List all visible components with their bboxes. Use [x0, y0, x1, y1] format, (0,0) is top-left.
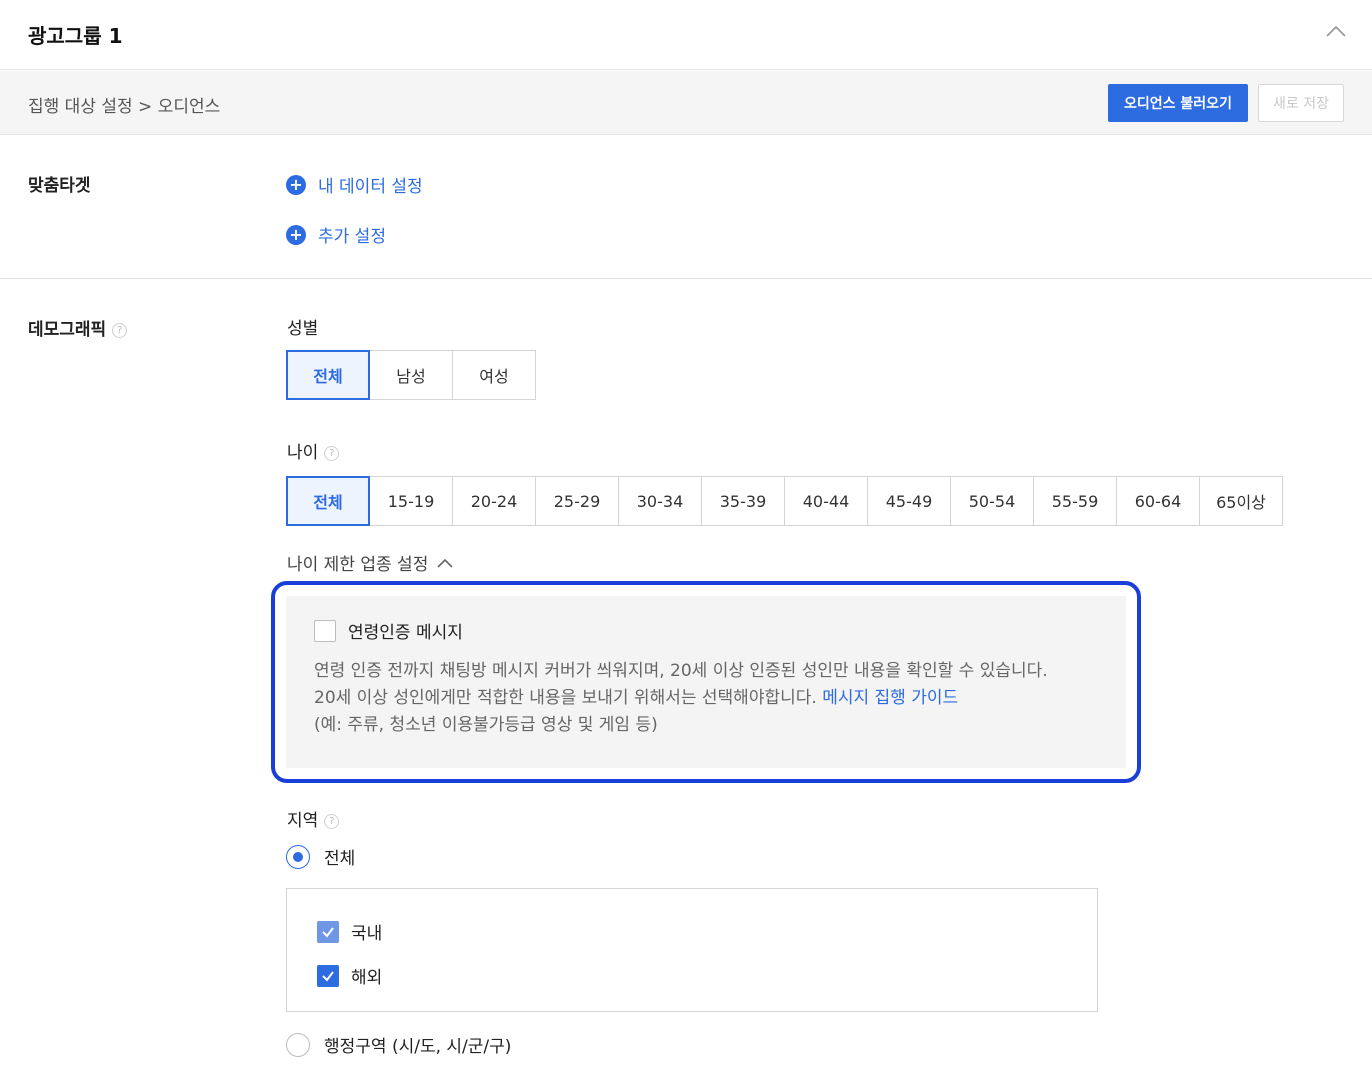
- region-all-label: 전체: [324, 849, 356, 869]
- plus-icon: +: [286, 224, 306, 245]
- age-selector: 전체 15-19 20-24 25-29 30-34 35-39 40-44 4…: [286, 476, 1283, 526]
- region-all-subpanel: 국내 해외: [286, 888, 1098, 1012]
- chevron-up-icon: [437, 558, 453, 568]
- demographic-label: 데모그래픽?: [28, 315, 128, 340]
- additional-settings-label: 추가 설정: [318, 227, 386, 247]
- region-domestic-option[interactable]: 국내: [317, 919, 382, 944]
- custom-target-label: 맞춤타겟: [28, 176, 91, 196]
- age-option[interactable]: 45-49: [867, 476, 951, 526]
- age-option[interactable]: 20-24: [452, 476, 536, 526]
- region-label: 지역?: [287, 806, 340, 831]
- age-option[interactable]: 50-54: [950, 476, 1034, 526]
- age-option[interactable]: 65이상: [1199, 476, 1283, 526]
- age-option[interactable]: 30-34: [618, 476, 702, 526]
- my-data-settings-link[interactable]: + 내 데이터 설정: [286, 172, 423, 197]
- age-option[interactable]: 25-29: [535, 476, 619, 526]
- focus-highlight-outline: [271, 581, 1141, 783]
- age-label: 나이?: [287, 438, 340, 463]
- help-icon[interactable]: ?: [324, 445, 340, 461]
- region-admin-radio[interactable]: [286, 1032, 310, 1057]
- audience-subbar: 집행 대상 설정 > 오디언스 오디언스 불러오기 새로 저장: [0, 71, 1372, 135]
- help-icon[interactable]: ?: [112, 322, 128, 338]
- age-limit-toggle-label: 나이 제한 업종 설정: [287, 555, 429, 575]
- age-option[interactable]: 40-44: [784, 476, 868, 526]
- age-limit-toggle[interactable]: 나이 제한 업종 설정: [287, 550, 454, 575]
- help-icon[interactable]: ?: [324, 813, 340, 829]
- region-overseas-option[interactable]: 해외: [317, 963, 382, 988]
- load-audience-button[interactable]: 오디언스 불러오기: [1108, 84, 1248, 122]
- region-admin-option[interactable]: 행정구역 (시/도, 시/군/구): [286, 1032, 511, 1057]
- gender-selector: 전체 남성 여성: [286, 350, 536, 400]
- section-divider: [0, 278, 1372, 279]
- domestic-checkbox[interactable]: [317, 920, 339, 943]
- domestic-label: 국내: [351, 924, 383, 944]
- region-admin-label: 행정구역 (시/도, 시/군/구): [324, 1037, 512, 1057]
- gender-option-all[interactable]: 전체: [286, 350, 370, 400]
- overseas-checkbox[interactable]: [317, 964, 339, 987]
- gender-label: 성별: [287, 319, 319, 339]
- region-all-option[interactable]: 전체: [286, 844, 355, 869]
- region-label-text: 지역: [287, 811, 319, 831]
- age-option[interactable]: 55-59: [1033, 476, 1117, 526]
- age-option[interactable]: 60-64: [1116, 476, 1200, 526]
- plus-icon: +: [286, 174, 306, 195]
- overseas-label: 해외: [351, 968, 383, 988]
- chevron-up-icon[interactable]: [1324, 20, 1348, 44]
- ad-group-title: 광고그룹 1: [28, 24, 123, 48]
- region-all-radio[interactable]: [286, 844, 310, 869]
- age-option[interactable]: 15-19: [369, 476, 453, 526]
- age-label-text: 나이: [287, 443, 319, 463]
- gender-option-male[interactable]: 남성: [369, 350, 453, 400]
- ad-group-header: 광고그룹 1: [0, 0, 1372, 70]
- demographic-label-text: 데모그래픽: [28, 320, 107, 340]
- check-icon: [322, 926, 334, 938]
- check-icon: [322, 970, 334, 982]
- my-data-settings-label: 내 데이터 설정: [318, 177, 423, 197]
- save-new-button[interactable]: 새로 저장: [1258, 84, 1344, 122]
- age-option[interactable]: 35-39: [701, 476, 785, 526]
- age-option[interactable]: 전체: [286, 476, 370, 526]
- breadcrumb: 집행 대상 설정 > 오디언스: [28, 97, 221, 117]
- gender-option-female[interactable]: 여성: [452, 350, 536, 400]
- additional-settings-link[interactable]: + 추가 설정: [286, 222, 386, 247]
